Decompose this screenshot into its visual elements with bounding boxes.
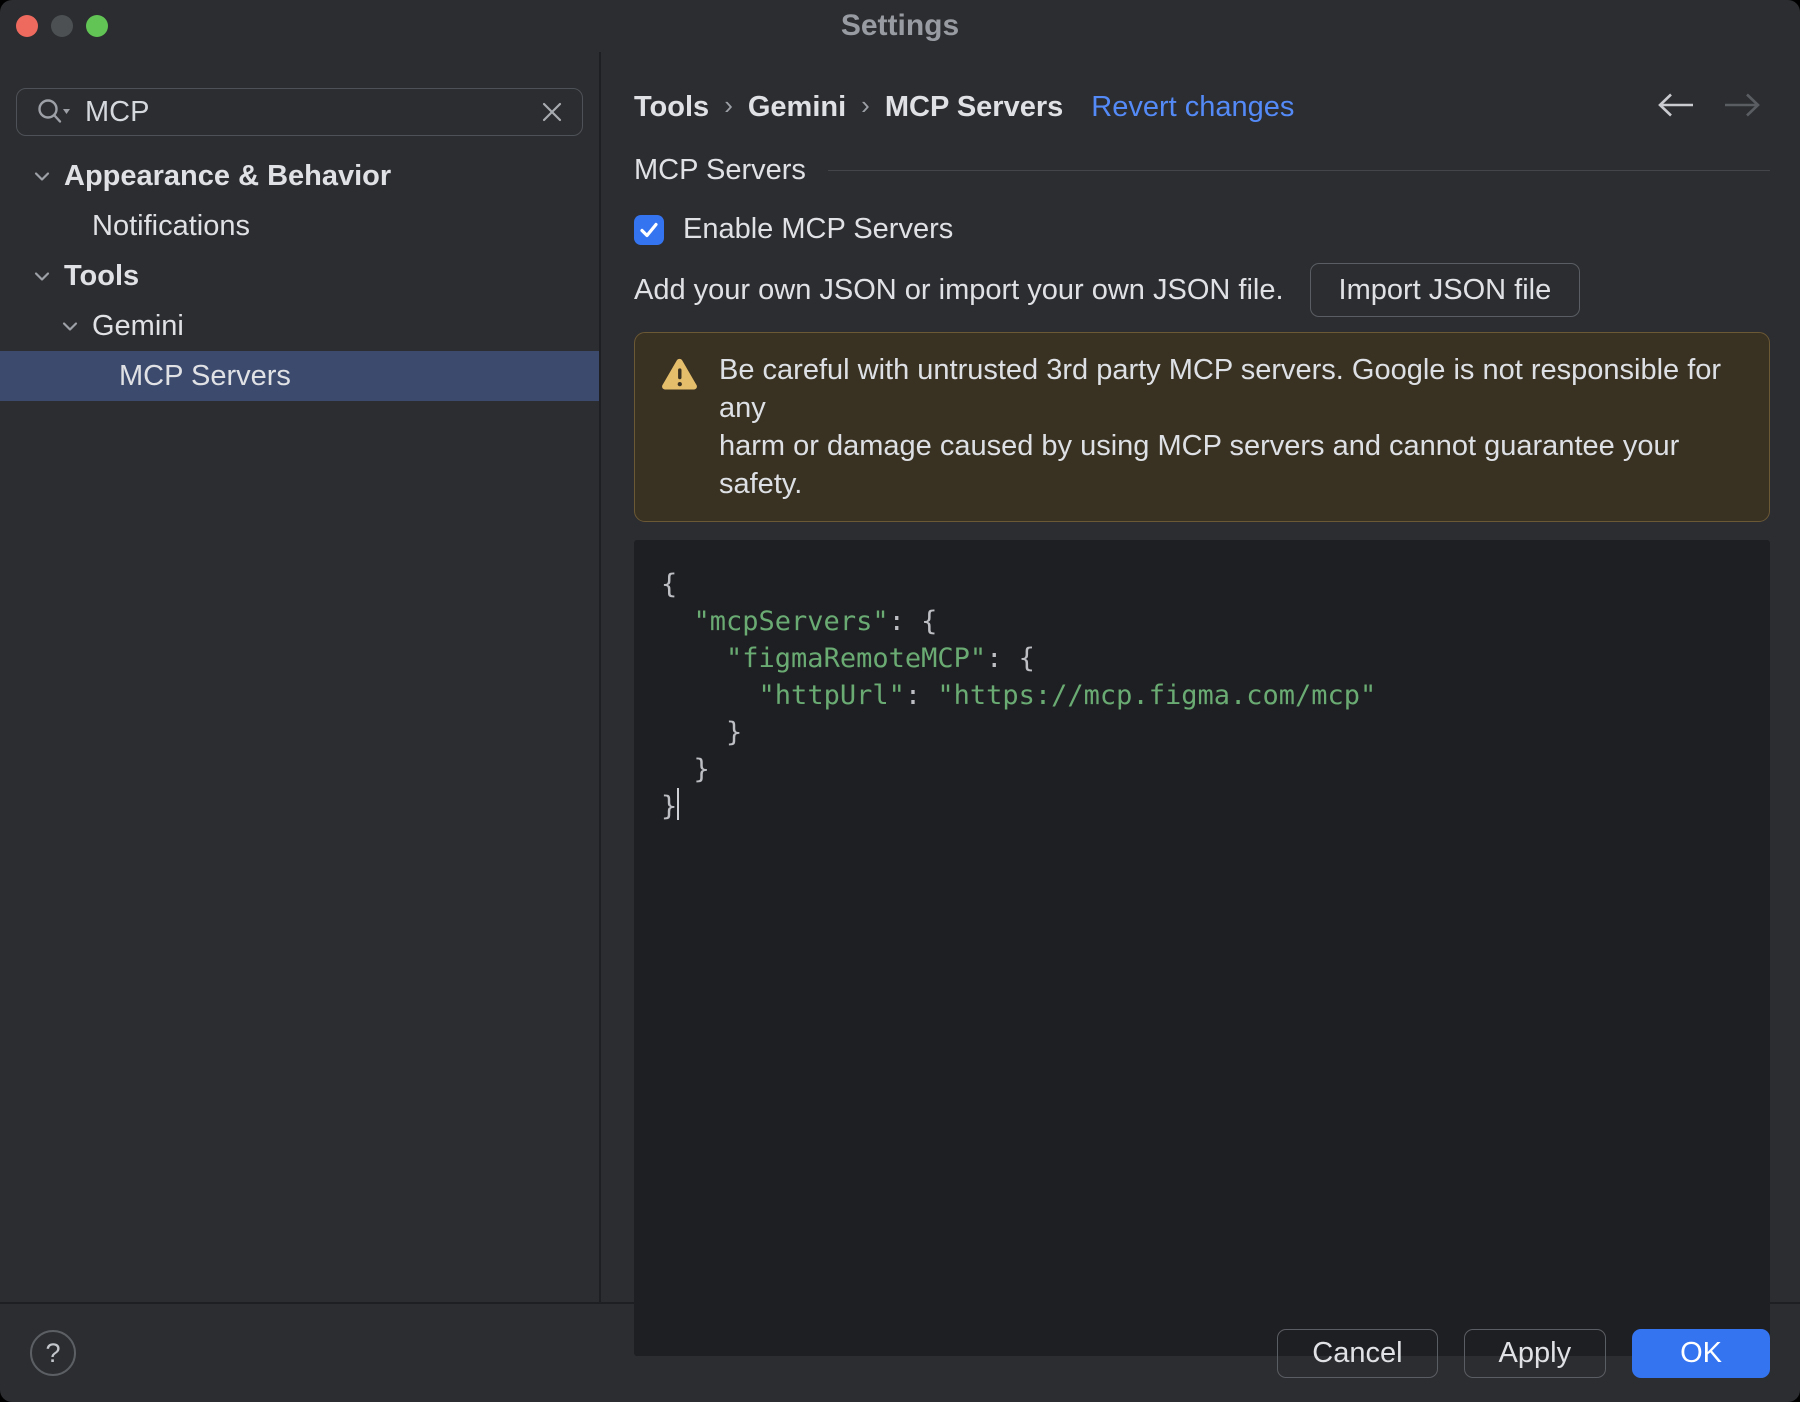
forward-arrow-icon[interactable] [1722, 91, 1764, 124]
ok-button[interactable]: OK [1632, 1328, 1770, 1378]
mcp-json-editor[interactable]: { "mcpServers": { "figmaRemoteMCP": { "h… [634, 540, 1770, 1356]
json-token: } [661, 717, 743, 748]
import-json-file-button[interactable]: Import JSON file [1309, 263, 1581, 317]
apply-button[interactable]: Apply [1463, 1328, 1607, 1378]
warning-line-1: Be careful with untrusted 3rd party MCP … [719, 354, 1722, 424]
zoom-window-button[interactable] [86, 15, 108, 37]
json-key: "mcpServers" [693, 606, 889, 637]
settings-window: Settings MCP Appearance & Behavior Notif… [0, 0, 1800, 1402]
section-divider [827, 170, 1770, 171]
breadcrumb-gemini[interactable]: Gemini [748, 91, 846, 124]
minimize-window-button[interactable] [51, 15, 73, 37]
json-token: { [661, 569, 678, 600]
sidebar-item-appearance-behavior[interactable]: Appearance & Behavior [0, 151, 599, 201]
sidebar-item-label: Gemini [92, 309, 184, 342]
enable-mcp-checkbox[interactable] [634, 214, 664, 245]
enable-mcp-label: Enable MCP Servers [683, 213, 954, 245]
json-key: "httpUrl" [758, 680, 905, 711]
warning-banner: Be careful with untrusted 3rd party MCP … [634, 332, 1770, 522]
breadcrumb-tools[interactable]: Tools [634, 91, 709, 124]
sidebar-item-tools[interactable]: Tools [0, 251, 599, 301]
close-window-button[interactable] [16, 15, 38, 37]
settings-tree: Appearance & Behavior Notifications Tool… [0, 151, 599, 401]
sidebar-item-notifications[interactable]: Notifications [0, 201, 599, 251]
add-json-row: Add your own JSON or import your own JSO… [634, 263, 1770, 317]
breadcrumb-separator: › [861, 89, 870, 120]
add-json-text: Add your own JSON or import your own JSO… [634, 273, 1284, 306]
search-value: MCP [85, 95, 150, 128]
chevron-down-icon[interactable] [26, 264, 58, 288]
clear-search-icon[interactable] [540, 100, 564, 124]
sidebar-item-label: Appearance & Behavior [64, 159, 392, 192]
sidebar-item-label: MCP Servers [119, 359, 291, 392]
breadcrumb-separator: › [724, 89, 733, 120]
titlebar: Settings [0, 0, 1800, 52]
sidebar-item-mcp-servers[interactable]: MCP Servers [0, 351, 599, 401]
json-code: { "mcpServers": { "figmaRemoteMCP": { "h… [661, 566, 1750, 825]
cancel-button[interactable]: Cancel [1277, 1328, 1438, 1378]
text-caret [677, 788, 680, 820]
window-title: Settings [840, 9, 960, 42]
settings-content: Tools › Gemini › MCP Servers Revert chan… [601, 52, 1800, 1356]
enable-mcp-row: Enable MCP Servers [634, 213, 1770, 246]
json-string-value: "https://mcp.figma.com/mcp" [937, 680, 1377, 711]
section-title: MCP Servers [634, 154, 806, 186]
help-button[interactable]: ? [30, 1330, 76, 1376]
search-icon [35, 97, 71, 127]
chevron-down-icon[interactable] [26, 164, 58, 188]
settings-sidebar: MCP Appearance & Behavior Notifications … [0, 52, 601, 1302]
json-token: } [661, 754, 710, 785]
json-token: : { [986, 643, 1035, 674]
json-token: : { [888, 606, 938, 637]
revert-changes-link[interactable]: Revert changes [1091, 91, 1294, 124]
sidebar-item-label: Tools [64, 259, 140, 292]
warning-icon [661, 358, 698, 396]
chevron-down-icon[interactable] [54, 314, 86, 338]
breadcrumb: Tools › Gemini › MCP Servers Revert chan… [634, 88, 1770, 126]
sidebar-item-label: Notifications [92, 209, 250, 242]
back-arrow-icon[interactable] [1654, 91, 1696, 124]
section-header: MCP Servers [634, 154, 1770, 187]
json-token: : [904, 680, 938, 711]
breadcrumb-mcp-servers: MCP Servers [884, 90, 1064, 123]
warning-text: Be careful with untrusted 3rd party MCP … [719, 351, 1743, 503]
dialog-footer: ? Cancel Apply OK [0, 1302, 1800, 1402]
json-token: } [661, 791, 678, 822]
json-key: "figmaRemoteMCP" [726, 643, 987, 674]
traffic-lights [16, 0, 108, 52]
warning-line-2: harm or damage caused by using MCP serve… [719, 430, 1680, 500]
sidebar-item-gemini[interactable]: Gemini [0, 301, 599, 351]
search-input[interactable]: MCP [16, 88, 583, 136]
